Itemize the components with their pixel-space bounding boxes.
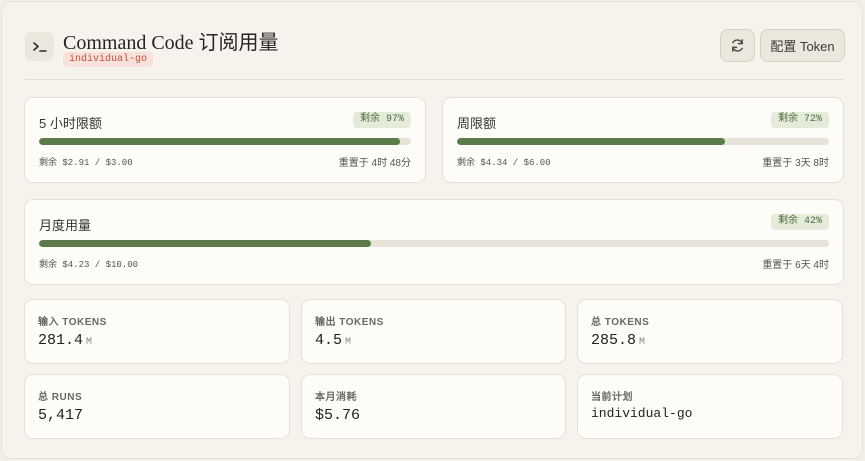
quota-label: 周限额 bbox=[457, 116, 497, 131]
stat-label: 本月消耗 bbox=[315, 392, 357, 403]
plan-tag: individual-go bbox=[63, 52, 154, 67]
stat-card-current-plan: 当前计划 individual-go bbox=[577, 374, 843, 439]
stat-number: 281.4 bbox=[38, 332, 84, 349]
stat-card-output-tokens: 输出 TOKENS 4.5 M bbox=[301, 299, 566, 364]
stat-label: 总 TOKENS bbox=[591, 317, 650, 328]
terminal-prompt-icon bbox=[25, 32, 54, 61]
quota-detail: 剩余 $4.23 / $10.00 bbox=[39, 260, 139, 270]
progress-bar bbox=[39, 240, 829, 247]
refresh-button[interactable] bbox=[720, 29, 755, 62]
remaining-badge: 剩余 72% bbox=[770, 112, 829, 128]
remaining-badge: 剩余 42% bbox=[770, 214, 829, 230]
stat-number: 4.5 bbox=[315, 332, 343, 349]
stat-unit: M bbox=[345, 337, 352, 348]
stat-card-monthly-spend: 本月消耗 $5.76 bbox=[301, 374, 566, 439]
stat-value: 281.4 M bbox=[38, 332, 92, 349]
stat-value: 5,417 bbox=[38, 407, 83, 424]
configure-token-button[interactable]: 配置 Token bbox=[760, 29, 845, 62]
stat-label: 输出 TOKENS bbox=[315, 317, 384, 328]
quota-detail: 剩余 $4.34 / $6.00 bbox=[457, 158, 551, 168]
quota-detail: 剩余 $2.91 / $3.00 bbox=[39, 158, 133, 168]
refresh-icon bbox=[732, 39, 743, 52]
quota-reset: 重置于 6天 4时 bbox=[762, 260, 829, 271]
stat-card-total-runs: 总 RUNS 5,417 bbox=[24, 374, 290, 439]
page-title: Command Code 订阅用量 bbox=[63, 32, 279, 54]
stat-number: 5,417 bbox=[38, 407, 84, 424]
header-divider bbox=[25, 79, 844, 80]
quota-reset: 重置于 3天 8时 bbox=[762, 158, 829, 169]
header: Command Code 订阅用量 individual-go 配置 Token bbox=[24, 24, 845, 68]
quota-label: 月度用量 bbox=[39, 218, 92, 233]
stat-label: 当前计划 bbox=[591, 392, 633, 403]
stat-label: 输入 TOKENS bbox=[38, 317, 107, 328]
quota-reset: 重置于 4时 48分 bbox=[338, 158, 411, 169]
progress-fill bbox=[39, 138, 400, 145]
progress-bar bbox=[457, 138, 829, 145]
stat-number: individual-go bbox=[591, 406, 693, 421]
stat-value: individual-go bbox=[591, 406, 692, 421]
stat-unit: M bbox=[86, 337, 93, 348]
stat-card-input-tokens: 输入 TOKENS 281.4 M bbox=[24, 299, 290, 364]
remaining-badge: 剩余 97% bbox=[352, 112, 411, 128]
quota-card-weekly: 周限额 剩余 72% 剩余 $4.34 / $6.00 重置于 3天 8时 bbox=[442, 97, 844, 183]
stat-unit: M bbox=[639, 337, 646, 348]
progress-fill bbox=[457, 138, 725, 145]
stat-number: $5.76 bbox=[315, 407, 361, 424]
progress-bar bbox=[39, 138, 411, 145]
stat-value: $5.76 bbox=[315, 407, 360, 424]
stat-value: 4.5 M bbox=[315, 332, 351, 349]
usage-panel: Command Code 订阅用量 individual-go 配置 Token… bbox=[1, 1, 863, 459]
quota-label: 5 小时限额 bbox=[39, 116, 102, 131]
quota-card-5h: 5 小时限额 剩余 97% 剩余 $2.91 / $3.00 重置于 4时 48… bbox=[24, 97, 426, 183]
quota-card-monthly: 月度用量 剩余 42% 剩余 $4.23 / $10.00 重置于 6天 4时 bbox=[24, 199, 844, 285]
stat-number: 285.8 bbox=[591, 332, 637, 349]
stat-card-total-tokens: 总 TOKENS 285.8 M bbox=[577, 299, 843, 364]
progress-fill bbox=[39, 240, 371, 247]
stat-value: 285.8 M bbox=[591, 332, 645, 349]
stat-label: 总 RUNS bbox=[38, 392, 83, 403]
